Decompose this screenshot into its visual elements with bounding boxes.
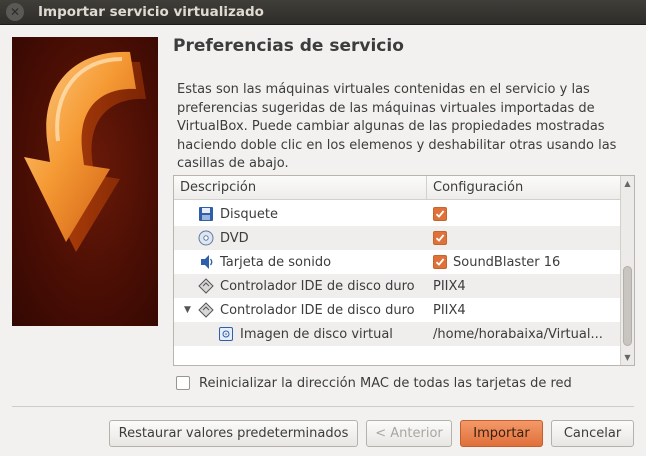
description-line: preferencias sugeridas de las máquinas v…	[177, 100, 595, 116]
row-label: Disquete	[220, 206, 278, 222]
separator	[12, 406, 634, 407]
expand-arrow-icon[interactable]: ▼	[184, 305, 191, 315]
row-configuration	[428, 202, 620, 226]
appliance-settings-tree[interactable]: Descripción Configuración Disquete DVD T…	[173, 175, 635, 366]
description-line: casillas de abajo.	[177, 156, 289, 171]
table-row[interactable]: Tarjeta de sonido SoundBlaster 16	[174, 250, 620, 274]
audio-card-icon	[198, 254, 214, 270]
row-description: Disquete	[174, 202, 428, 226]
reinit-mac-option[interactable]: Reinicializar la dirección MAC de todas …	[176, 374, 572, 392]
back-button[interactable]: < Anterior	[366, 420, 452, 447]
wizard-banner-image	[12, 37, 158, 326]
row-label: Controlador IDE de disco duro	[220, 302, 415, 318]
row-configuration: PIIX4	[428, 274, 620, 298]
import-arrow-icon	[24, 51, 146, 252]
page-title: Preferencias de servicio	[173, 36, 404, 56]
tree-scrollbar[interactable]: ▲ ▼	[620, 176, 634, 365]
table-row[interactable]: Controlador IDE de disco duro PIIX4	[174, 274, 620, 298]
ide-controller-icon	[198, 302, 214, 318]
table-row[interactable]: DVD	[174, 226, 620, 250]
row-checkbox[interactable]	[433, 231, 447, 245]
row-description: Tarjeta de sonido	[174, 250, 428, 274]
scroll-up-arrow-icon[interactable]: ▲	[623, 179, 632, 188]
row-checkbox[interactable]	[433, 207, 447, 221]
restore-defaults-button[interactable]: Restaurar valores predeterminados	[109, 420, 358, 447]
hard-disk-image-icon	[218, 326, 234, 342]
reinit-mac-label[interactable]: Reinicializar la dirección MAC de todas …	[199, 376, 572, 391]
row-configuration: /home/horabaixa/Virtual...	[428, 322, 620, 346]
scrollbar-thumb[interactable]	[623, 266, 632, 346]
dvd-icon	[198, 230, 214, 246]
row-configuration: PIIX4	[428, 298, 620, 322]
row-label: Imagen de disco virtual	[240, 326, 393, 342]
table-row[interactable]: Imagen de disco virtual /home/horabaixa/…	[174, 322, 620, 346]
tree-header: Descripción Configuración	[174, 176, 620, 200]
window-title: Importar servicio virtualizado	[38, 4, 264, 20]
close-icon: ✕	[9, 5, 21, 19]
row-description: Controlador IDE de disco duro	[174, 274, 428, 298]
row-value: /home/horabaixa/Virtual...	[433, 326, 603, 342]
cancel-button[interactable]: Cancelar	[551, 420, 634, 447]
row-value: SoundBlaster 16	[453, 254, 561, 270]
description-line: VirtualBox. Puede cambiar algunas de las…	[177, 119, 605, 134]
ide-controller-icon	[198, 278, 214, 294]
row-value: PIIX4	[433, 278, 466, 294]
import-button[interactable]: Importar	[460, 420, 543, 447]
description-line: Estas son las máquinas virtuales conteni…	[177, 82, 590, 97]
column-header-description[interactable]: Descripción	[174, 176, 427, 200]
row-description: Imagen de disco virtual	[174, 322, 428, 346]
row-description: DVD	[174, 226, 428, 250]
floppy-icon	[198, 206, 214, 222]
row-label: DVD	[220, 230, 249, 246]
description-text: Estas son las máquinas virtuales conteni…	[177, 81, 625, 174]
row-value: PIIX4	[433, 302, 466, 318]
table-row[interactable]: Disquete	[174, 202, 620, 226]
scroll-down-arrow-icon[interactable]: ▼	[623, 353, 632, 362]
description-line: haciendo doble clic en los elemenos y de…	[177, 137, 617, 153]
row-label: Controlador IDE de disco duro	[220, 278, 415, 294]
title-bar: ✕ Importar servicio virtualizado	[0, 0, 646, 25]
window-close-button[interactable]: ✕	[6, 3, 24, 21]
row-label: Tarjeta de sonido	[220, 254, 332, 270]
row-configuration	[428, 226, 620, 250]
table-row[interactable]: ▼ Controlador IDE de disco duro PIIX4	[174, 298, 620, 322]
row-configuration: SoundBlaster 16	[428, 250, 620, 274]
row-checkbox[interactable]	[433, 255, 447, 269]
column-header-configuration[interactable]: Configuración	[427, 176, 620, 200]
row-description: ▼ Controlador IDE de disco duro	[174, 298, 428, 322]
reinit-mac-checkbox[interactable]	[176, 376, 190, 390]
